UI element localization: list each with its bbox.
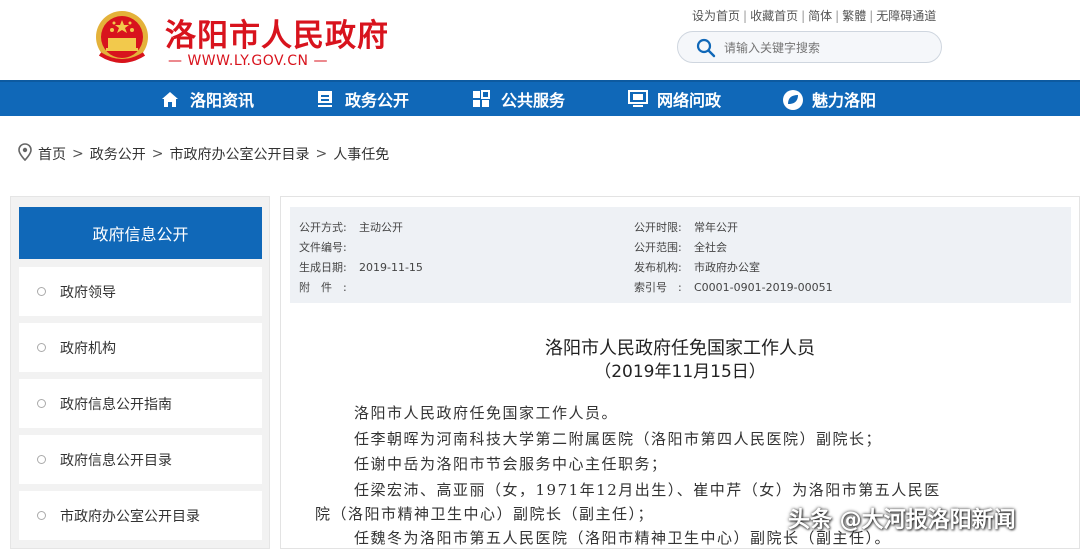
main-nav: 洛阳资讯 政务公开 公共服务 网络问政 魅力洛阳: [0, 80, 1080, 116]
separator: |: [801, 9, 806, 23]
nav-item-online-inquiry[interactable]: 网络问政: [627, 82, 721, 116]
paragraph: 院（洛阳市精神卫生中心）副院长（副主任）；: [315, 505, 655, 523]
meta-value: 主动公开: [359, 221, 403, 234]
site-title[interactable]: 洛阳市人民政府: [165, 10, 389, 55]
bookmark-link[interactable]: 收藏首页: [750, 9, 798, 23]
meta-key: 生成日期:: [299, 261, 347, 274]
sidebar-item-label: 政府信息公开目录: [60, 452, 172, 469]
monitor-icon: [627, 89, 648, 109]
bullet-icon: [37, 511, 46, 520]
meta-key: 公开时限:: [634, 221, 682, 234]
meta-key: 索引号 :: [634, 281, 682, 294]
nav-item-public-service[interactable]: 公共服务: [471, 82, 565, 116]
breadcrumb-current[interactable]: 人事任免: [333, 144, 389, 164]
document-date: （2019年11月15日）: [594, 362, 766, 382]
sidebar-item-label: 政府领导: [60, 284, 116, 301]
traditional-chinese-link[interactable]: 繁體: [842, 9, 866, 23]
sidebar-item-label: 政府信息公开指南: [60, 396, 172, 413]
leaf-icon: [782, 89, 803, 110]
nav-label: 公共服务: [501, 91, 566, 110]
search-icon[interactable]: [696, 38, 716, 62]
breadcrumb-government-affairs[interactable]: 政务公开: [90, 144, 146, 164]
meta-value: C0001-0901-2019-00051: [694, 281, 833, 294]
search-input[interactable]: [724, 38, 924, 58]
meta-key: 发布机构:: [634, 261, 682, 274]
sidebar-item-office-catalog[interactable]: 市政府办公室公开目录: [19, 491, 262, 540]
meta-value: 常年公开: [694, 221, 738, 234]
nav-label: 魅力洛阳: [812, 91, 877, 110]
meta-generation-date: 生成日期: 2019-11-15: [299, 259, 423, 275]
sidebar-title[interactable]: 政府信息公开: [19, 207, 262, 259]
accessibility-link[interactable]: 无障碍通道: [876, 9, 936, 23]
meta-disclosure-scope: 公开范围: 全社会: [634, 239, 727, 255]
meta-index-number: 索引号 : C0001-0901-2019-00051: [634, 279, 833, 295]
nav-item-government-affairs[interactable]: 政务公开: [315, 82, 409, 116]
sidebar-item-disclosure-catalog[interactable]: 政府信息公开目录: [19, 435, 262, 484]
bullet-icon: [37, 343, 46, 352]
paragraph: 任谢中岳为洛阳市节会服务中心主任职务；: [354, 455, 668, 473]
meta-key: 公开范围:: [634, 241, 682, 254]
breadcrumb-office-catalog[interactable]: 市政府办公室公开目录: [169, 144, 309, 164]
meta-attachment: 附 件 :: [299, 279, 359, 295]
grid-icon: [471, 89, 491, 109]
separator: |: [835, 9, 840, 23]
search-box[interactable]: [677, 31, 942, 63]
breadcrumb-separator: >: [72, 146, 84, 162]
nav-label: 洛阳资讯: [190, 91, 255, 110]
nav-item-news[interactable]: 洛阳资讯: [160, 82, 254, 116]
breadcrumb-home[interactable]: 首页: [38, 144, 66, 164]
sidebar-item-label: 政府机构: [60, 340, 116, 357]
bullet-icon: [37, 399, 46, 408]
bullet-icon: [37, 455, 46, 464]
meta-key: 公开方式:: [299, 221, 347, 234]
home-icon: [160, 89, 180, 109]
meta-publishing-agency: 发布机构: 市政府办公室: [634, 259, 760, 275]
meta-disclosure-period: 公开时限: 常年公开: [634, 219, 738, 235]
location-pin-icon: [18, 143, 32, 165]
breadcrumb-separator: >: [151, 146, 164, 162]
document-icon: [315, 89, 335, 109]
sidebar-item-government-leaders[interactable]: 政府领导: [19, 267, 262, 316]
paragraph: 任李朝晖为河南科技大学第二附属医院（洛阳市第四人民医院）副院长；: [354, 430, 883, 448]
sidebar-item-label: 市政府办公室公开目录: [60, 508, 200, 525]
meta-file-number: 文件编号:: [299, 239, 359, 255]
sidebar-item-disclosure-guide[interactable]: 政府信息公开指南: [19, 379, 262, 428]
simplified-chinese-link[interactable]: 简体: [808, 9, 832, 23]
watermark: 头条 @大河报洛阳新闻: [788, 508, 1016, 533]
meta-key: 文件编号:: [299, 241, 347, 254]
meta-key: 附 件 :: [299, 281, 347, 294]
separator: |: [743, 9, 748, 23]
breadcrumb-separator: >: [315, 146, 328, 162]
meta-value: 市政府办公室: [694, 261, 760, 274]
separator: |: [869, 9, 874, 23]
meta-value: 2019-11-15: [359, 261, 423, 274]
set-homepage-link[interactable]: 设为首页: [692, 9, 740, 23]
paragraph: 洛阳市人民政府任免国家工作人员。: [354, 404, 619, 422]
nav-label: 政务公开: [345, 91, 410, 110]
top-links: 设为首页 | 收藏首页 | 简体 | 繁體 | 无障碍通道: [692, 7, 936, 24]
nav-label: 网络问政: [657, 91, 722, 110]
paragraph: 任梁宏沛、高亚丽（女，1971年12月出生）、崔中芹（女）为洛阳市第五人民医: [354, 481, 941, 499]
meta-disclosure-method: 公开方式: 主动公开: [299, 219, 403, 235]
national-emblem-icon: [94, 8, 150, 66]
article-panel: 公开方式: 主动公开 文件编号: 生成日期: 2019-11-15 附 件 : 公开…: [280, 196, 1080, 549]
document-metadata: 公开方式: 主动公开 文件编号: 生成日期: 2019-11-15 附 件 : 公开…: [290, 207, 1071, 303]
nav-item-charm-luoyang[interactable]: 魅力洛阳: [782, 82, 876, 116]
site-url: — WWW.LY.GOV.CN —: [168, 53, 328, 69]
sidebar: 政府信息公开 政府领导 政府机构 政府信息公开指南 政府信息公开目录 市政府办公…: [10, 196, 270, 549]
bullet-icon: [37, 287, 46, 296]
breadcrumb: 首页 > 政务公开 > 市政府办公室公开目录 > 人事任免: [18, 143, 389, 165]
sidebar-item-government-agencies[interactable]: 政府机构: [19, 323, 262, 372]
site-header: 洛阳市人民政府 — WWW.LY.GOV.CN — 设为首页 | 收藏首页 | 简体 | 繁…: [0, 0, 1080, 80]
meta-value: 全社会: [694, 241, 727, 254]
